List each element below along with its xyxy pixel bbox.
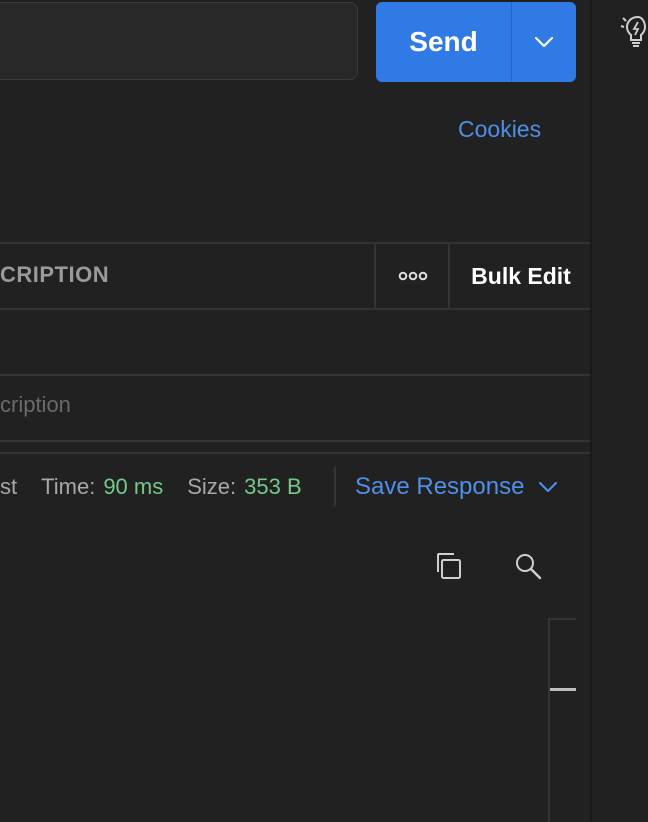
description-input[interactable]: cription: [0, 392, 71, 418]
pane-divider: [0, 452, 590, 454]
column-divider: [448, 243, 450, 308]
copy-button[interactable]: [428, 546, 468, 586]
send-dropdown-button[interactable]: [512, 2, 576, 82]
scrollbar-thumb[interactable]: [550, 688, 576, 691]
more-horizontal-icon: [398, 271, 427, 281]
response-scrollbar[interactable]: [548, 618, 576, 822]
meta-divider: [334, 466, 336, 506]
column-divider: [374, 243, 376, 308]
save-response-button[interactable]: Save Response: [355, 470, 558, 504]
bulk-edit-button[interactable]: Bulk Edit: [452, 245, 590, 307]
send-button-group[interactable]: Send: [376, 2, 576, 82]
copy-icon: [437, 553, 461, 579]
status-fragment: st: [0, 474, 18, 499]
size-value: 353 B: [244, 474, 302, 499]
table-border-top: [0, 242, 590, 244]
search-button[interactable]: [508, 546, 548, 586]
more-options-button[interactable]: [377, 245, 448, 307]
time-label: Time:: [41, 474, 96, 499]
response-meta: st Time: 90 ms Size: 353 B: [0, 470, 302, 504]
size-label: Size:: [187, 474, 237, 499]
search-icon: [516, 554, 542, 580]
right-sidebar: [592, 0, 648, 822]
time-value: 90 ms: [103, 474, 164, 499]
table-row-divider: [0, 374, 590, 376]
cookies-link[interactable]: Cookies: [458, 116, 541, 143]
url-input[interactable]: [0, 2, 358, 80]
send-button[interactable]: Send: [376, 2, 511, 82]
save-response-label: Save Response: [355, 473, 525, 500]
table-row[interactable]: [0, 310, 590, 374]
lightbulb-icon[interactable]: [620, 14, 648, 50]
table-border-bottom: [0, 440, 590, 442]
chevron-down-icon: [539, 481, 558, 493]
chevron-down-icon: [534, 36, 554, 48]
description-column-header: CRIPTION: [0, 262, 110, 287]
